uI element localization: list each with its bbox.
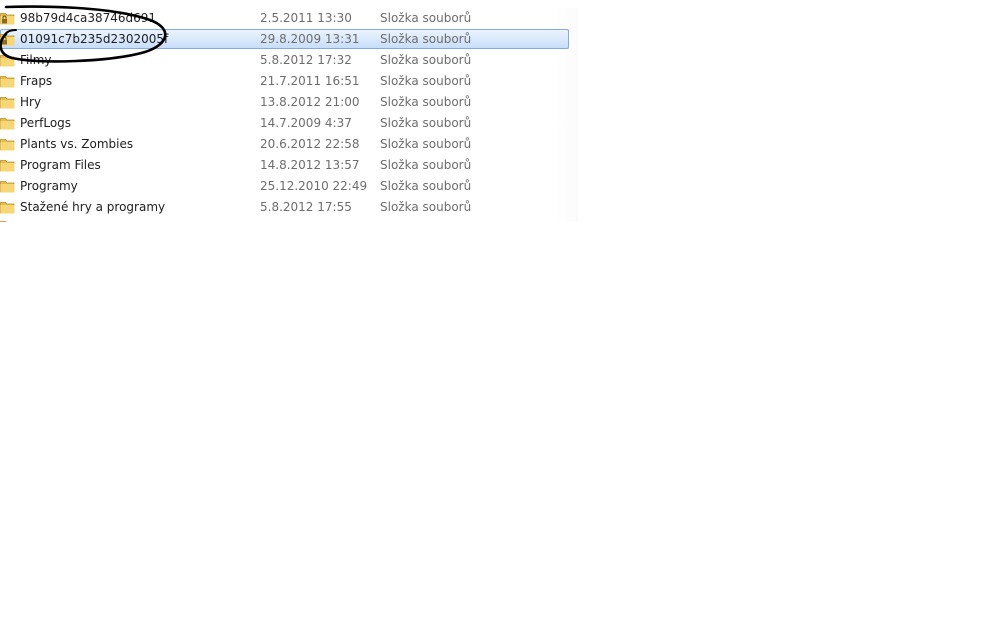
file-type: Složka souborů	[380, 53, 472, 67]
file-row-10[interactable]: Stažené hry a programy 5.8.2012 17:55 Sl…	[0, 197, 578, 218]
file-name: Filmy	[20, 53, 52, 67]
file-row-9[interactable]: Programy 25.12.2010 22:49 Složka souborů	[0, 176, 578, 197]
folder-icon	[0, 221, 7, 222]
clipped-row-icon	[0, 218, 15, 222]
file-type: Složka souborů	[380, 11, 472, 25]
file-row-3[interactable]: Filmy 5.8.2012 17:32 Složka souborů	[0, 50, 578, 71]
locked-folder-icon	[0, 34, 15, 46]
file-date: 14.8.2012 13:57	[260, 158, 360, 172]
file-list: 98b79d4ca38746d691 2.5.2011 13:30 Složka…	[0, 8, 578, 222]
folder-icon	[0, 202, 15, 214]
file-name: Programy	[20, 179, 78, 193]
file-date: 25.12.2010 22:49	[260, 179, 368, 193]
file-date: 5.8.2012 17:55	[260, 200, 352, 214]
file-type: Složka souborů	[380, 137, 472, 151]
file-name: PerfLogs	[20, 116, 72, 130]
file-type: Složka souborů	[380, 200, 472, 214]
file-row-7[interactable]: Plants vs. Zombies 20.6.2012 22:58 Složk…	[0, 134, 578, 155]
file-date: 5.8.2012 17:32	[260, 53, 352, 67]
file-name: Program Files	[20, 158, 101, 172]
file-date: 14.7.2009 4:37	[260, 116, 352, 130]
file-date: 20.6.2012 22:58	[260, 137, 360, 151]
file-name: 01091c7b235d2302005f	[20, 32, 169, 46]
file-row-1[interactable]: 98b79d4ca38746d691 2.5.2011 13:30 Složka…	[0, 8, 578, 29]
file-type: Složka souborů	[380, 95, 472, 109]
file-name: Stažené hry a programy	[20, 200, 166, 214]
folder-icon	[0, 181, 15, 193]
folder-icon	[0, 160, 15, 172]
file-type: Složka souborů	[380, 179, 472, 193]
screenshot-canvas: 98b79d4ca38746d691 2.5.2011 13:30 Složka…	[0, 0, 1008, 630]
file-type: Složka souborů	[380, 116, 472, 130]
file-name: Fraps	[20, 74, 53, 88]
file-date: 2.5.2011 13:30	[260, 11, 352, 25]
file-name: 98b79d4ca38746d691	[20, 11, 157, 25]
folder-icon	[0, 139, 15, 151]
file-date: 13.8.2012 21:00	[260, 95, 360, 109]
file-name: Plants vs. Zombies	[20, 137, 134, 151]
file-row-5[interactable]: Hry 13.8.2012 21:00 Složka souborů	[0, 92, 578, 113]
file-date: 29.8.2009 13:31	[260, 32, 360, 46]
file-row-4[interactable]: Fraps 21.7.2011 16:51 Složka souborů	[0, 71, 578, 92]
file-type: Složka souborů	[380, 32, 472, 46]
folder-icon	[0, 76, 15, 88]
file-name: Hry	[20, 95, 42, 109]
file-row-6[interactable]: PerfLogs 14.7.2009 4:37 Složka souborů	[0, 113, 578, 134]
file-type: Složka souborů	[380, 158, 472, 172]
file-row-8[interactable]: Program Files 14.8.2012 13:57 Složka sou…	[0, 155, 578, 176]
file-row-2-selected[interactable]: 01091c7b235d2302005f 29.8.2009 13:31 Slo…	[0, 29, 578, 50]
file-date: 21.7.2011 16:51	[260, 74, 360, 88]
folder-icon	[0, 97, 15, 109]
folder-icon	[0, 118, 15, 130]
file-type: Složka souborů	[380, 74, 472, 88]
folder-icon	[0, 55, 15, 67]
locked-folder-icon	[0, 13, 15, 25]
